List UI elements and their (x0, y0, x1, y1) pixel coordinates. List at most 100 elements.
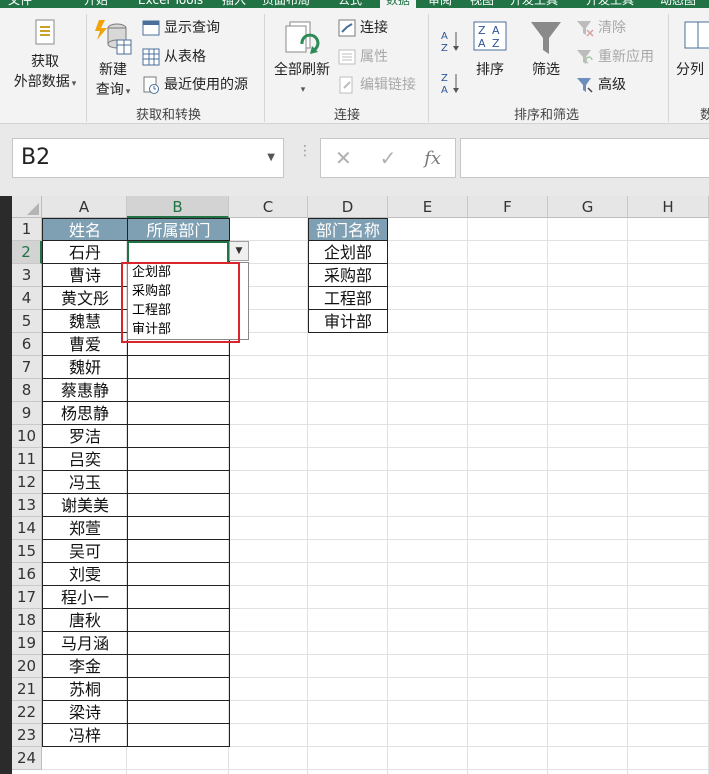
new-query-button[interactable]: 新建 查询 ▾ (88, 18, 138, 102)
name-cell[interactable]: 吕奕 (42, 448, 128, 471)
row-header-1[interactable]: 1 (12, 218, 42, 241)
name-cell[interactable]: 郑萱 (42, 517, 128, 540)
row-header-14[interactable]: 14 (12, 517, 42, 540)
row-header-19[interactable]: 19 (12, 632, 42, 655)
row-header-22[interactable]: 22 (12, 701, 42, 724)
row-header-6[interactable]: 6 (12, 333, 42, 356)
row-header-4[interactable]: 4 (12, 287, 42, 310)
cancel-icon[interactable]: ✕ (335, 146, 352, 170)
sort-desc-button[interactable]: ZA (440, 70, 466, 96)
department-cell[interactable] (127, 448, 230, 471)
column-header-c[interactable]: C (229, 196, 308, 218)
dept-list-cell[interactable]: 企划部 (308, 241, 388, 264)
tab-formulas[interactable]: 公式 (338, 0, 362, 8)
department-cell[interactable] (127, 586, 230, 609)
select-all-corner[interactable] (12, 196, 42, 218)
name-cell[interactable]: 魏慧 (42, 310, 128, 333)
department-cell[interactable] (127, 678, 230, 701)
row-header-21[interactable]: 21 (12, 678, 42, 701)
name-cell[interactable]: 冯玉 (42, 471, 128, 494)
column-header-f[interactable]: F (468, 196, 548, 218)
department-cell[interactable] (127, 402, 230, 425)
active-cell-b2[interactable] (127, 241, 229, 264)
column-header-b[interactable]: B (127, 196, 229, 218)
reapply-button[interactable]: 重新应用 (576, 45, 654, 69)
name-cell[interactable]: 魏妍 (42, 356, 128, 379)
show-queries-button[interactable]: 显示查询 (142, 16, 220, 40)
refresh-all-button[interactable]: 全部刷新 ▾ (270, 18, 334, 100)
enter-check-icon[interactable]: ✓ (380, 146, 397, 170)
row-header-13[interactable]: 13 (12, 494, 42, 517)
row-header-3[interactable]: 3 (12, 264, 42, 287)
clear-filter-button[interactable]: 清除 (576, 16, 626, 40)
row-header-8[interactable]: 8 (12, 379, 42, 402)
row-header-17[interactable]: 17 (12, 586, 42, 609)
name-cell[interactable]: 曹诗 (42, 264, 128, 287)
name-cell[interactable]: 唐秋 (42, 609, 128, 632)
department-cell[interactable] (127, 724, 230, 747)
edit-links-button[interactable]: 编辑链接 (338, 73, 416, 97)
name-cell[interactable]: 黄文彤 (42, 287, 128, 310)
name-cell[interactable]: 吴可 (42, 540, 128, 563)
name-cell[interactable]: 杨思静 (42, 402, 128, 425)
name-cell[interactable]: 程小一 (42, 586, 128, 609)
header-cell-department[interactable]: 所属部门 (127, 218, 230, 241)
text-to-columns-button[interactable]: 分列 (676, 18, 709, 80)
department-cell[interactable] (127, 632, 230, 655)
name-cell[interactable]: 李金 (42, 655, 128, 678)
tab-developer-2[interactable]: 开发工具 (586, 0, 634, 8)
formula-bar-splitter[interactable]: ⋮ (298, 144, 312, 158)
department-cell[interactable] (127, 356, 230, 379)
name-box[interactable]: B2 ▼ (12, 138, 284, 178)
tab-excel-tools[interactable]: Excel Tools (138, 0, 203, 8)
department-cell[interactable] (127, 379, 230, 402)
department-cell[interactable] (127, 494, 230, 517)
tab-file[interactable]: 文件 (8, 0, 32, 8)
tab-developer[interactable]: 开发工具 (510, 0, 558, 8)
tab-dynamic-chart[interactable]: 动态图 (660, 0, 696, 8)
row-header-18[interactable]: 18 (12, 609, 42, 632)
insert-function-icon[interactable]: fx (424, 148, 441, 169)
tab-page-layout[interactable]: 页面布局 (262, 0, 310, 8)
department-cell[interactable] (127, 563, 230, 586)
name-cell[interactable]: 梁诗 (42, 701, 128, 724)
tab-data[interactable]: 数据 (380, 0, 417, 8)
name-cell[interactable]: 马月涵 (42, 632, 128, 655)
department-cell[interactable] (127, 655, 230, 678)
department-cell[interactable] (127, 609, 230, 632)
sort-button[interactable]: Z A A Z 排序 (470, 18, 510, 80)
row-header-12[interactable]: 12 (12, 471, 42, 494)
name-cell[interactable]: 曹爱 (42, 333, 128, 356)
chevron-down-icon[interactable]: ▼ (267, 139, 275, 177)
row-header-10[interactable]: 10 (12, 425, 42, 448)
row-header-23[interactable]: 23 (12, 724, 42, 747)
row-header-7[interactable]: 7 (12, 356, 42, 379)
department-cell[interactable] (127, 540, 230, 563)
dept-list-cell[interactable]: 采购部 (308, 264, 388, 287)
connections-button[interactable]: 连接 (338, 16, 388, 40)
row-header-24[interactable]: 24 (12, 747, 42, 770)
row-header-20[interactable]: 20 (12, 655, 42, 678)
tab-review[interactable]: 审阅 (428, 0, 452, 8)
dept-list-cell[interactable]: 审计部 (308, 310, 388, 333)
department-cell[interactable] (127, 425, 230, 448)
column-header-a[interactable]: A (42, 196, 127, 218)
sort-asc-button[interactable]: AZ (440, 28, 466, 54)
properties-button[interactable]: 属性 (338, 45, 388, 69)
name-cell[interactable]: 罗洁 (42, 425, 128, 448)
column-header-h[interactable]: H (628, 196, 709, 218)
department-cell[interactable] (127, 471, 230, 494)
name-cell[interactable]: 冯梓 (42, 724, 128, 747)
filter-button[interactable]: 筛选 (524, 18, 568, 80)
department-cell[interactable] (127, 701, 230, 724)
name-cell[interactable]: 谢美美 (42, 494, 128, 517)
from-table-button[interactable]: 从表格 (142, 45, 206, 69)
name-cell[interactable]: 石丹 (42, 241, 128, 264)
row-header-9[interactable]: 9 (12, 402, 42, 425)
row-header-2[interactable]: 2 (12, 241, 42, 264)
column-header-e[interactable]: E (388, 196, 468, 218)
name-cell[interactable]: 苏桐 (42, 678, 128, 701)
recent-sources-button[interactable]: 最近使用的源 (142, 73, 248, 97)
name-cell[interactable]: 蔡惠静 (42, 379, 128, 402)
row-header-15[interactable]: 15 (12, 540, 42, 563)
